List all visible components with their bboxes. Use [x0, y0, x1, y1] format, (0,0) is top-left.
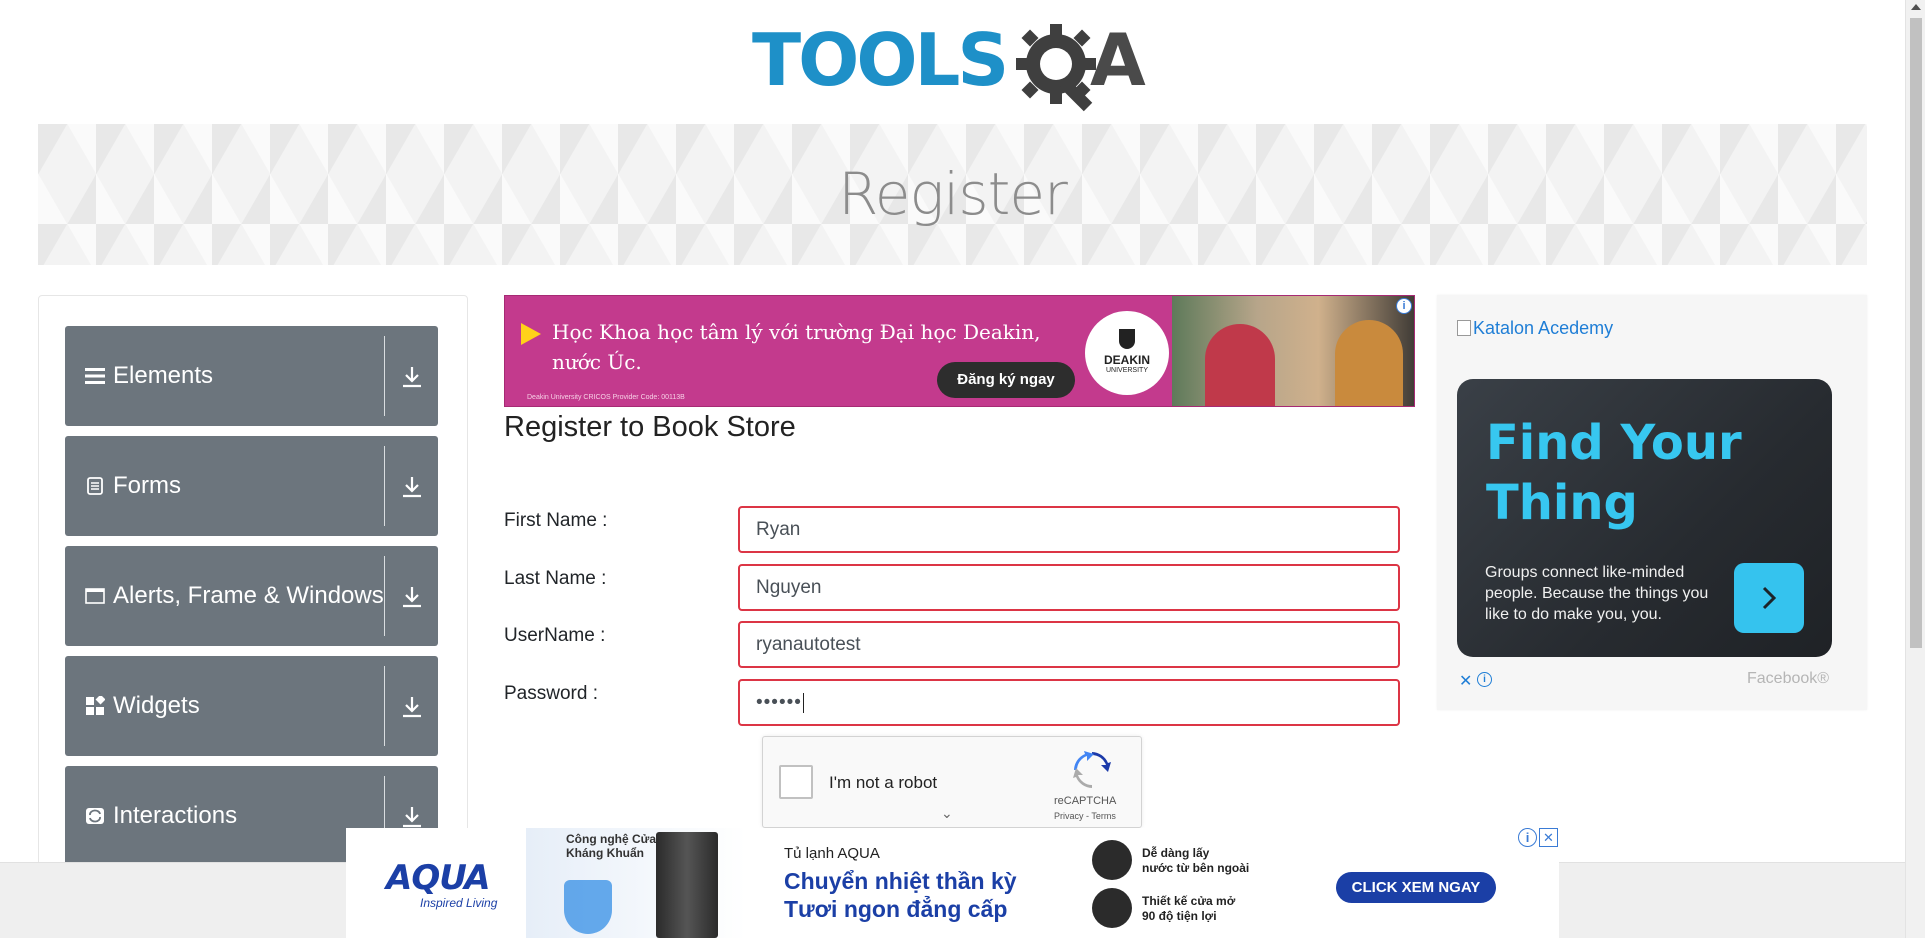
ad-cta-button[interactable]: CLICK XEM NGAY	[1336, 872, 1496, 903]
hamburger-icon	[85, 368, 105, 384]
page-scrollbar[interactable]	[1905, 0, 1925, 938]
sidebar-group-widgets[interactable]: Widgets	[65, 656, 438, 756]
ad-product: Tủ lạnh AQUA	[784, 845, 880, 862]
deakin-crest-icon	[1119, 329, 1135, 349]
aqua-logo: AQUA	[386, 858, 491, 898]
password-value: ••••••	[756, 692, 802, 713]
page-banner: Register	[38, 124, 1867, 265]
recaptcha-name: reCAPTCHA	[1054, 795, 1117, 807]
ad-card-title: Find Your Thing	[1486, 415, 1742, 531]
deakin-ad-banner[interactable]: Học Khoa học tâm lý với trường Đại học D…	[504, 295, 1415, 407]
ad-card-arrow-button[interactable]	[1734, 563, 1804, 633]
ad-provider-label: Facebook®	[1747, 670, 1830, 687]
download-icon[interactable]	[399, 804, 425, 830]
last-name-label: Last Name :	[504, 568, 607, 589]
toolsqa-logo[interactable]: TOOLS A	[752, 18, 1156, 114]
sidebar-group-forms[interactable]: Forms	[65, 436, 438, 536]
feature-text: Thiết kế cửa mở 90 độ tiện lợi	[1142, 894, 1236, 923]
sidebar-group-label: Widgets	[113, 692, 200, 719]
ad-headline-2: Tươi ngon đẳng cấp	[784, 896, 1008, 922]
sidebar-group-elements[interactable]: Elements	[65, 326, 438, 426]
deakin-logo: DEAKIN UNIVERSITY	[1085, 311, 1169, 395]
door-angle-icon	[1092, 888, 1132, 928]
text-caret	[802, 692, 804, 713]
download-icon[interactable]	[399, 584, 425, 610]
aqua-ad-banner[interactable]: AQUA Inspired Living Công nghệ Cửa Tủ Kh…	[346, 828, 1559, 938]
refresh-icon	[86, 808, 104, 824]
username-value: ryanautotest	[756, 634, 861, 655]
katalon-alt-text: Katalon Acedemy	[1473, 318, 1614, 338]
broken-image-icon	[1457, 320, 1471, 336]
feature-text: Dễ dàng lấy nước từ bên ngoài	[1142, 846, 1250, 875]
first-name-input[interactable]: Ryan	[738, 506, 1400, 553]
divider	[384, 666, 385, 746]
scroll-up-arrow-icon[interactable]	[1911, 4, 1921, 10]
password-input[interactable]: ••••••	[738, 679, 1400, 726]
divider	[384, 446, 385, 526]
first-name-label: First Name :	[504, 510, 608, 531]
download-icon[interactable]	[399, 364, 425, 390]
document-icon	[87, 477, 103, 495]
ad-info-icon[interactable]: i	[1518, 828, 1537, 847]
username-label: UserName :	[504, 625, 606, 646]
fridge-image	[656, 832, 718, 938]
ad-photo-person	[1205, 324, 1275, 406]
sidebar-group-label: Alerts, Frame & Windows	[113, 582, 384, 609]
recaptcha-widget: I'm not a robot reCAPTCHA Privacy - Term…	[762, 736, 1142, 828]
download-icon[interactable]	[399, 694, 425, 720]
ad-headline: Học Khoa học tâm lý với trường Đại học D…	[552, 320, 1041, 344]
shield-icon	[564, 880, 612, 934]
ad-photo-person	[1335, 320, 1403, 406]
username-input[interactable]: ryanautotest	[738, 621, 1400, 668]
chevron-right-icon	[1762, 586, 1777, 610]
play-icon	[521, 323, 541, 345]
logo-a: A	[1090, 18, 1146, 102]
recaptcha-icon	[1073, 751, 1111, 788]
ad-card-text: Groups connect like-minded people. Becau…	[1485, 564, 1709, 623]
recaptcha-links[interactable]: Privacy - Terms	[1054, 811, 1116, 821]
page-title: Register	[838, 160, 1068, 228]
last-name-value: Nguyen	[756, 577, 822, 598]
sidebar-group-label: Elements	[113, 362, 214, 389]
aqua-tagline: Inspired Living	[420, 896, 498, 910]
ad-headline-2: nước Úc.	[552, 350, 642, 374]
password-label: Password :	[504, 683, 598, 704]
sidebar-group-label: Forms	[113, 472, 181, 499]
last-name-input[interactable]: Nguyen	[738, 564, 1400, 611]
ad-info-icon[interactable]: i	[1396, 298, 1412, 314]
deakin-brand: DEAKIN	[1103, 353, 1150, 367]
widgets-icon	[86, 696, 105, 715]
window-icon	[85, 588, 105, 604]
ad-headline: Chuyển nhiệt thần kỳ	[784, 868, 1017, 894]
recaptcha-checkbox[interactable]	[779, 765, 813, 799]
ad-close-icon[interactable]: ✕	[1539, 828, 1558, 847]
divider	[384, 336, 385, 416]
ad-register-button[interactable]: Đăng ký ngay	[937, 362, 1075, 398]
water-dispenser-icon	[1092, 840, 1132, 880]
form-title: Register to Book Store	[504, 411, 796, 443]
page: TOOLS A Register Elements Forms Alerts, …	[0, 0, 1925, 938]
facebook-ad[interactable]: Katalon Acedemy Find Your Thing Groups c…	[1437, 295, 1867, 710]
download-icon[interactable]	[399, 474, 425, 500]
scrollbar-thumb[interactable]	[1910, 18, 1922, 648]
first-name-value: Ryan	[756, 519, 801, 540]
ad-card[interactable]: Find Your Thing Groups connect like-mind…	[1457, 379, 1832, 657]
ad-fine-print: Deakin University CRICOS Provider Code: …	[527, 394, 685, 401]
ad-close-icon[interactable]: ✕	[1459, 671, 1472, 691]
logo-text: TOOLS	[752, 18, 1009, 102]
sidebar-group-alerts[interactable]: Alerts, Frame & Windows	[65, 546, 438, 646]
deakin-brand-sub: UNIVERSITY	[1105, 367, 1148, 374]
katalon-image-link[interactable]: Katalon Acedemy	[1457, 318, 1613, 339]
chevron-down-icon: ⌄	[941, 805, 953, 821]
ad-info-icon[interactable]: i	[1477, 672, 1492, 687]
divider	[384, 556, 385, 636]
sidebar-group-label: Interactions	[113, 802, 238, 829]
recaptcha-label: I'm not a robot	[829, 773, 938, 792]
